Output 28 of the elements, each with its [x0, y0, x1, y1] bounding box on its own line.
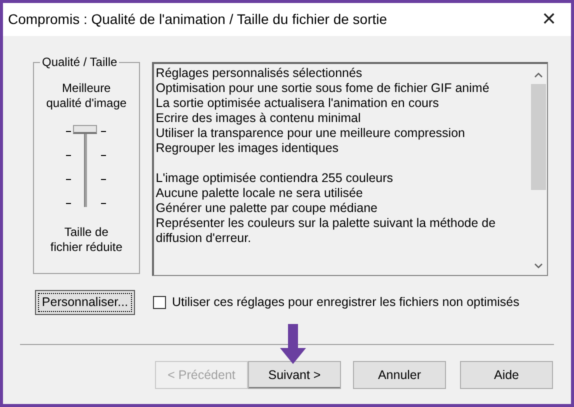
scroll-up-icon[interactable]: [534, 72, 543, 78]
summary-line: Utiliser la transparence pour une meilleure compression: [156, 126, 466, 141]
scroll-down-icon[interactable]: [534, 263, 543, 269]
dialog-button[interactable]: Aide: [460, 361, 553, 389]
summary-line: Réglages personnalisés sélectionnés: [156, 66, 364, 81]
best-quality-label: Meilleure: [62, 81, 111, 96]
summary-line: Optimisation pour une sortie sous fome de fichier GIF animé: [156, 81, 490, 96]
arrow-icon: [280, 324, 306, 364]
summary-line: Regrouper les images identiques: [156, 141, 340, 156]
summary-line: L'image optimisée contiendra 255 couleurs: [156, 171, 394, 186]
customize-button[interactable]: Personnaliser...: [35, 290, 135, 315]
window-title: Compromis : Qualité de l'animation / Taille du fichier de sortie: [8, 10, 388, 29]
summary-line: Aucune palette locale ne sera utilisée: [156, 186, 364, 201]
best-quality-label: qualité d'image: [46, 96, 127, 111]
summary-line: Représenter les couleurs sur la palette suivant la méthode de diffusion d'erreur.: [156, 216, 497, 246]
dialog-button[interactable]: Annuler: [353, 361, 446, 389]
summary-line: Ecrire des images à contenu minimal: [156, 111, 362, 126]
group-title: Qualité / Taille: [40, 55, 120, 69]
scroll-thumb[interactable]: [531, 84, 546, 190]
small-size-label: fichier réduite: [50, 240, 122, 255]
checkbox[interactable]: [153, 296, 166, 309]
summary-line: Générer une palette par coupe médiane: [156, 201, 378, 216]
close-button[interactable]: ✕: [527, 3, 571, 36]
summary-line: La sortie optimisée actualisera l'animation en cours: [156, 96, 440, 111]
small-size-label: Taille de: [64, 225, 108, 240]
checkbox-label: Utiliser ces réglages pour enregistrer les fichiers non optimisés: [172, 294, 520, 312]
slider-thumb[interactable]: [73, 125, 98, 134]
dialog-button[interactable]: Suivant >: [248, 361, 341, 389]
